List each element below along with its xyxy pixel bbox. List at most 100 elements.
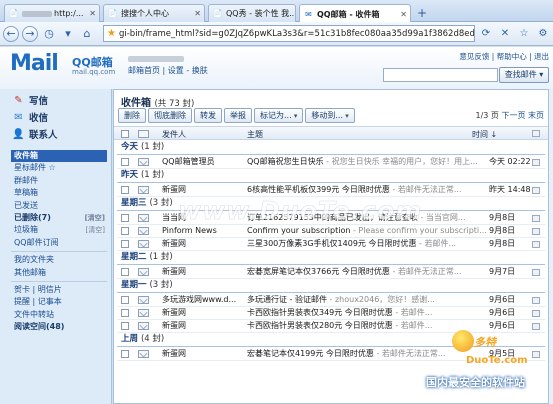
- mail-checkbox[interactable]: [121, 268, 129, 276]
- folder-sent[interactable]: 已发送: [11, 200, 107, 212]
- folder-inbox[interactable]: 收件箱: [11, 150, 107, 163]
- tool-reading-space[interactable]: 阅读空间(48): [11, 321, 107, 333]
- mail-checkbox[interactable]: [121, 214, 129, 222]
- settings-icon[interactable]: ⚙: [535, 26, 551, 41]
- column-time[interactable]: 时间 ↓: [472, 129, 497, 140]
- link-settings[interactable]: 设置: [168, 66, 184, 75]
- back-icon[interactable]: ←: [3, 25, 19, 42]
- tag-icon[interactable]: [532, 159, 540, 166]
- mail-sender[interactable]: 新蛋网: [162, 184, 244, 196]
- delete-button[interactable]: 删除: [118, 108, 146, 123]
- link-feedback[interactable]: 意见反馈: [459, 52, 489, 61]
- mail-subject[interactable]: 6核高性能平机板仅399元 今日限时优惠 - 若邮件无法正常...: [247, 184, 487, 196]
- stop-icon[interactable]: ✕: [497, 26, 513, 41]
- folder-starred[interactable]: 星标邮件 ☆: [11, 162, 107, 174]
- tag-icon[interactable]: [532, 241, 540, 248]
- tool-file-transfer[interactable]: 文件中转站: [11, 309, 107, 321]
- link-skin[interactable]: 换肤: [192, 66, 208, 75]
- mail-checkbox[interactable]: [121, 227, 129, 235]
- link-help[interactable]: 帮助中心: [497, 52, 527, 61]
- folder-subscriptions[interactable]: QQ邮件订阅: [11, 237, 107, 249]
- folder-drafts[interactable]: 草稿箱: [11, 187, 107, 199]
- column-subject[interactable]: 主题: [247, 129, 263, 140]
- browser-tab-active[interactable]: ✉ QQ邮箱 - 收件箱 ✕: [299, 4, 411, 23]
- tag-icon[interactable]: [532, 215, 540, 222]
- mail-sender[interactable]: 新蛋网: [162, 348, 244, 360]
- tag-icon[interactable]: [532, 269, 540, 276]
- link-mail-home[interactable]: 邮箱首页: [128, 66, 160, 75]
- mail-subject[interactable]: 宏碁笔记本仅4199元 今日限时优惠 - 若邮件无法正常...: [247, 348, 487, 360]
- last-page-link[interactable]: 末页: [528, 111, 544, 120]
- mail-subject[interactable]: 三星300万像素3G手机仅1409元 今日限时优惠 - 若邮件...: [247, 238, 487, 250]
- mail-row[interactable]: Pinform News Confirm your subscription - …: [114, 225, 548, 237]
- history-icon[interactable]: ◷: [41, 26, 57, 42]
- clear-deleted-link[interactable]: [清空]: [85, 212, 107, 224]
- tag-icon[interactable]: [532, 187, 540, 194]
- column-sender[interactable]: 发件人: [162, 129, 186, 140]
- mail-subject[interactable]: 多玩通行证 - 验证邮件 - zhoux2046，您好！感谢...: [247, 294, 487, 306]
- select-all-checkbox[interactable]: [121, 130, 129, 138]
- mark-as-dropdown[interactable]: 标记为...: [254, 108, 304, 123]
- mail-sender[interactable]: 新蛋网: [162, 307, 244, 319]
- tag-icon[interactable]: [532, 297, 540, 304]
- mail-subject[interactable]: 卡西欧指针男装表仅349元 今日限时优惠 - 若邮件...: [247, 307, 487, 319]
- mail-checkbox[interactable]: [121, 240, 129, 248]
- mail-row[interactable]: 新蛋网 宏碁宽屏笔记本仅3766元 今日限时优惠 - 若邮件无法正常... 9月7日: [114, 266, 548, 278]
- tool-cards[interactable]: 贺卡 | 明信片: [11, 284, 107, 296]
- mail-checkbox[interactable]: [121, 309, 129, 317]
- mail-checkbox[interactable]: [121, 158, 129, 166]
- tag-icon[interactable]: [532, 228, 540, 235]
- link-logout[interactable]: 退出: [534, 52, 549, 61]
- mail-checkbox[interactable]: [121, 350, 129, 358]
- favorites-icon[interactable]: ☆: [516, 26, 532, 41]
- mail-sender[interactable]: QQ邮箱管理员: [162, 156, 244, 168]
- clear-spam-link[interactable]: [清空]: [86, 224, 107, 236]
- folder-group[interactable]: 群邮件: [11, 175, 107, 187]
- mail-row[interactable]: 多玩游戏网www.d... 多玩通行证 - 验证邮件 - zhoux2046，您好…: [114, 294, 548, 306]
- close-icon[interactable]: ✕: [397, 10, 407, 19]
- forward-icon[interactable]: →: [22, 25, 38, 42]
- receive-button[interactable]: ✉ 收信: [12, 109, 92, 125]
- contacts-button[interactable]: 👤 联系人: [12, 126, 92, 142]
- mail-row[interactable]: 新蛋网 三星300万像素3G手机仅1409元 今日限时优惠 - 若邮件... 9月8…: [114, 238, 548, 250]
- dropdown-icon[interactable]: ▾: [60, 26, 76, 42]
- mail-sender[interactable]: 新蛋网: [162, 238, 244, 250]
- next-page-link[interactable]: 下一页: [501, 111, 525, 120]
- folder-deleted[interactable]: 已删除(7) [清空]: [11, 212, 107, 224]
- folder-other-mailboxes[interactable]: 其他邮箱: [11, 267, 107, 279]
- mail-sender[interactable]: 多玩游戏网www.d...: [162, 294, 244, 306]
- compose-button[interactable]: ✎ 写信: [12, 92, 92, 108]
- mail-subject[interactable]: 宏碁宽屏笔记本仅3766元 今日限时优惠 - 若邮件无法正常...: [247, 266, 487, 278]
- mail-sender[interactable]: 新蛋网: [162, 266, 244, 278]
- search-mail-button[interactable]: 查找邮件 ▾: [499, 67, 549, 83]
- forward-button[interactable]: 转发: [194, 108, 222, 123]
- folder-my-folders[interactable]: 我的文件夹: [11, 254, 107, 266]
- browser-tab-2[interactable]: 📄 搜搜个人中心 ✕: [103, 4, 205, 22]
- tag-icon[interactable]: [532, 310, 540, 317]
- mail-row[interactable]: 新蛋网 6核高性能平机板仅399元 今日限时优惠 - 若邮件无法正常... 昨天 1…: [114, 184, 548, 196]
- mail-subject[interactable]: 卡西欧指针男装表仅280元 今日限时优惠 - 若邮件...: [247, 320, 487, 332]
- mail-sender[interactable]: 新蛋网: [162, 320, 244, 332]
- browser-tab-1[interactable]: 📄 http:/... ✕: [4, 4, 100, 22]
- refresh-icon[interactable]: ⟳: [478, 26, 494, 41]
- browser-tab-3[interactable]: 📄QQ秀 - 装个性 我...✕: [208, 4, 296, 22]
- report-button[interactable]: 举报: [224, 108, 252, 123]
- mail-subject[interactable]: QQ邮箱祝您生日快乐 - 祝您生日快乐 幸福的用户，您好！用上...: [247, 156, 487, 168]
- mail-row[interactable]: QQ邮箱管理员 QQ邮箱祝您生日快乐 - 祝您生日快乐 幸福的用户，您好！用上..…: [114, 156, 548, 168]
- close-icon[interactable]: ✕: [86, 9, 96, 18]
- home-icon[interactable]: ⌂: [79, 26, 95, 42]
- mail-checkbox[interactable]: [121, 296, 129, 304]
- move-to-dropdown[interactable]: 移动到...: [305, 108, 355, 123]
- mail-sender[interactable]: Pinform News: [162, 225, 244, 237]
- mail-checkbox[interactable]: [121, 186, 129, 194]
- mail-row[interactable]: 新蛋网 卡西欧指针男装表仅349元 今日限时优惠 - 若邮件... 9月6日: [114, 307, 548, 319]
- tool-reminder[interactable]: 提醒 | 记事本: [11, 296, 107, 308]
- favorite-star-icon[interactable]: ★: [107, 28, 116, 40]
- mail-subject[interactable]: Confirm your subscription - Please confi…: [247, 225, 487, 237]
- address-bar[interactable]: ★ gi-bin/frame_html?sid=g0ZJqZ6pwKLa3s3&…: [103, 25, 475, 42]
- mail-checkbox[interactable]: [121, 322, 129, 330]
- close-icon[interactable]: ✕: [191, 9, 201, 18]
- perm-delete-button[interactable]: 彻底删除: [148, 108, 192, 123]
- mail-search-input[interactable]: [383, 68, 498, 82]
- new-tab-button[interactable]: +: [415, 6, 429, 20]
